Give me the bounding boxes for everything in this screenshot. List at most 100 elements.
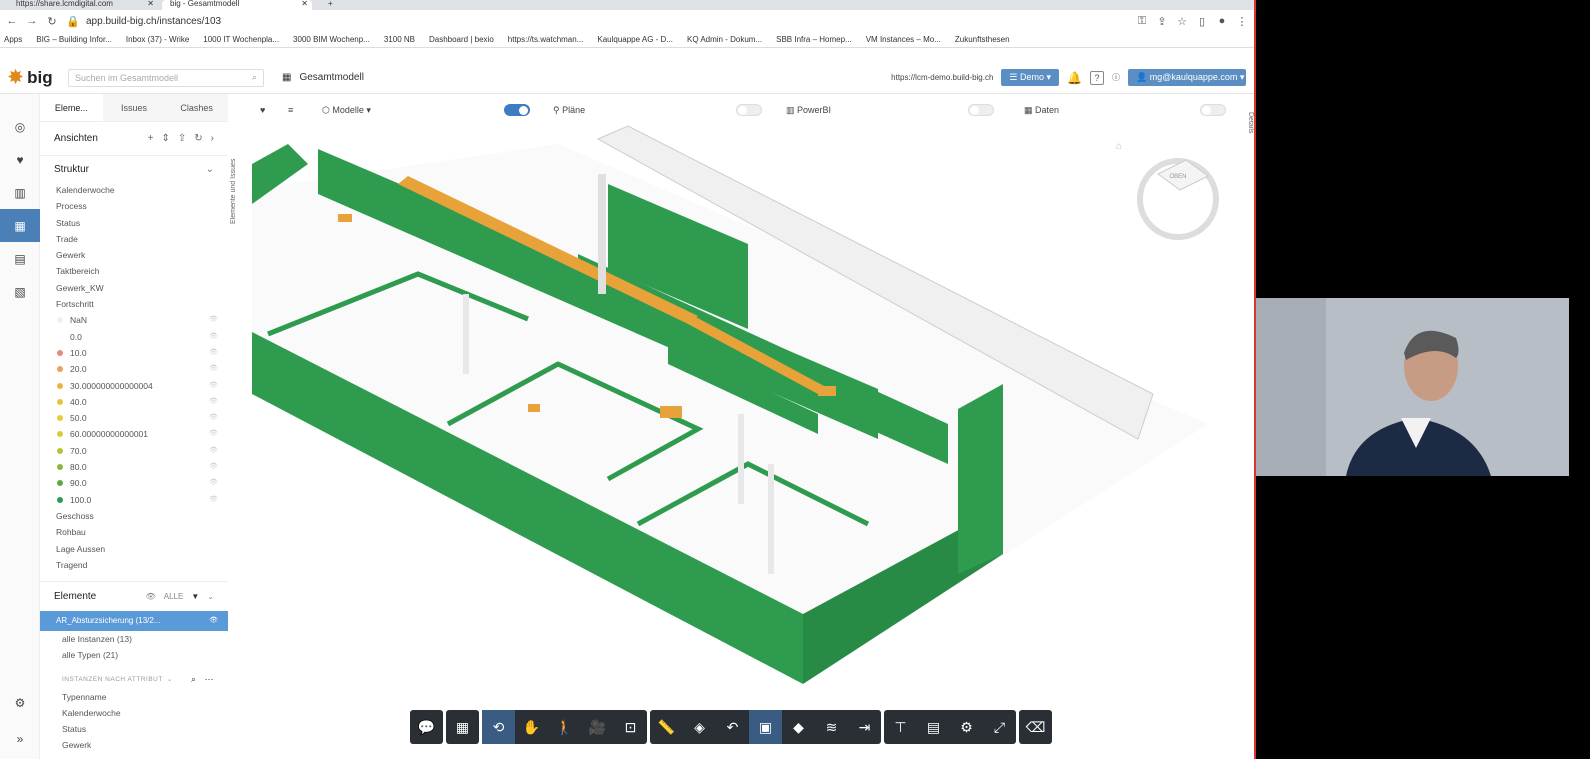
- upload-icon[interactable]: ⇧: [178, 133, 186, 144]
- orbit-icon[interactable]: ⟲: [482, 710, 515, 744]
- filter-icon[interactable]: ▼: [191, 592, 199, 601]
- settings-icon[interactable]: ⚙: [0, 686, 40, 719]
- fullscreen-icon[interactable]: ⤢: [983, 710, 1016, 744]
- eye-icon[interactable]: 👁: [209, 345, 218, 361]
- star-icon[interactable]: ☆: [1176, 15, 1188, 28]
- bookmark[interactable]: BIG – Building Infor...: [36, 35, 112, 44]
- tab-elemente[interactable]: Eleme...: [40, 94, 103, 121]
- bookmark[interactable]: KQ Admin - Dokum...: [687, 35, 762, 44]
- tab-issues[interactable]: Issues: [102, 94, 166, 121]
- document-icon[interactable]: ▤: [0, 242, 40, 275]
- walk-icon[interactable]: 🚶: [548, 710, 581, 744]
- info-icon[interactable]: ⓘ: [1112, 72, 1120, 83]
- heart-icon[interactable]: ♥: [0, 143, 40, 176]
- expand-icon[interactable]: »: [0, 722, 40, 755]
- model-grid-icon[interactable]: ▦: [0, 209, 40, 242]
- chevron-down-icon[interactable]: ⌄: [206, 164, 214, 175]
- bookmark[interactable]: Zukunftsthesen: [955, 35, 1010, 44]
- reload-icon[interactable]: ↻: [46, 15, 58, 28]
- eye-icon[interactable]: 👁: [209, 611, 218, 631]
- menu-icon[interactable]: ⋮: [1236, 15, 1248, 28]
- pan-icon[interactable]: ✋: [515, 710, 548, 744]
- home-icon[interactable]: ⌂: [1116, 141, 1122, 152]
- search-input[interactable]: Suchen im Gesamtmodell ⌕: [68, 68, 264, 87]
- close-icon[interactable]: ✕: [301, 0, 308, 8]
- eraser-icon[interactable]: ⌫: [1019, 710, 1052, 744]
- tab-clashes[interactable]: Clashes: [165, 94, 228, 121]
- chevron-right-icon[interactable]: ›: [211, 133, 214, 144]
- progress-value-item[interactable]: 0.0 👁: [40, 329, 228, 345]
- bookmark[interactable]: https://ts.watchman...: [508, 35, 584, 44]
- url-field[interactable]: app.build-big.ch/instances/103: [86, 16, 1128, 27]
- zoom-fit-icon[interactable]: ⊡: [614, 710, 647, 744]
- add-icon[interactable]: +: [148, 133, 154, 144]
- forward-icon[interactable]: →: [26, 15, 38, 27]
- back-icon[interactable]: ←: [6, 15, 18, 27]
- more-icon[interactable]: ⋯: [205, 674, 215, 685]
- explode-icon[interactable]: ◆: [782, 710, 815, 744]
- list-item[interactable]: Kalenderwoche: [40, 182, 228, 198]
- list-item[interactable]: Taktbereich: [40, 263, 228, 279]
- profile-icon[interactable]: ●: [1216, 15, 1228, 27]
- sort-icon[interactable]: ⇕: [161, 133, 169, 144]
- share-icon[interactable]: ⇪: [1156, 15, 1168, 28]
- settings-icon[interactable]: ⚙: [950, 710, 983, 744]
- eye-icon[interactable]: 👁: [209, 361, 218, 377]
- list-item[interactable]: Geschoss: [40, 508, 228, 524]
- refresh-icon[interactable]: ↻: [194, 133, 202, 144]
- close-icon[interactable]: ✕: [147, 0, 154, 8]
- all-label[interactable]: ALLE: [164, 592, 184, 601]
- eye-icon[interactable]: 👁: [209, 475, 218, 491]
- measure-icon[interactable]: 📏: [650, 710, 683, 744]
- progress-value-item[interactable]: 30.000000000000004 👁: [40, 378, 228, 394]
- list-item[interactable]: Fortschritt: [40, 296, 228, 312]
- chevron-down-icon[interactable]: ⌄: [167, 675, 173, 683]
- progress-value-item[interactable]: 90.0 👁: [40, 475, 228, 491]
- progress-value-item[interactable]: 80.0 👁: [40, 459, 228, 475]
- list-item[interactable]: Gewerk_KW: [40, 280, 228, 296]
- list-item[interactable]: Typenname: [40, 689, 228, 705]
- eye-icon[interactable]: 👁: [209, 459, 218, 475]
- eye-icon[interactable]: 👁: [209, 394, 218, 410]
- sidebar-icon[interactable]: ▯: [1196, 15, 1208, 28]
- bookmark[interactable]: Inbox (37) - Wrike: [126, 35, 189, 44]
- selected-element[interactable]: AR_Absturzsicherung (13/2... 👁: [40, 611, 228, 632]
- section-box-icon[interactable]: ▣: [749, 710, 782, 744]
- list-item[interactable]: Gewerk: [40, 737, 228, 753]
- chart-icon[interactable]: ▥: [0, 176, 40, 209]
- progress-value-item[interactable]: 40.0 👁: [40, 394, 228, 410]
- list-item[interactable]: Status: [40, 721, 228, 737]
- search-icon[interactable]: ⌕: [191, 674, 197, 685]
- camera-icon[interactable]: 🎥: [581, 710, 614, 744]
- properties-icon[interactable]: ▤: [917, 710, 950, 744]
- section-icon[interactable]: ◈: [683, 710, 716, 744]
- demo-dropdown[interactable]: ☰ Demo ▾: [1001, 69, 1060, 86]
- list-item[interactable]: Tragend: [40, 557, 228, 573]
- bookmark[interactable]: Dashboard | bexio: [429, 35, 494, 44]
- eye-icon[interactable]: 👁: [209, 329, 218, 345]
- progress-value-item[interactable]: NaN 👁: [40, 312, 228, 328]
- model-viewer[interactable]: Elemente und Issues Details ♥ ≡ ⬡ Modell…: [228, 94, 1254, 759]
- list-item[interactable]: Trade: [40, 231, 228, 247]
- list-item[interactable]: Kalenderwoche: [40, 705, 228, 721]
- progress-value-item[interactable]: 60.00000000000001 👁: [40, 426, 228, 442]
- bookmark[interactable]: Kaulquappe AG - D...: [597, 35, 673, 44]
- structure-header[interactable]: Struktur ⌄: [40, 156, 228, 182]
- list-item[interactable]: Lage Aussen: [40, 541, 228, 557]
- list-item[interactable]: Rohbau: [40, 524, 228, 540]
- bookmark[interactable]: 3100 NB: [384, 35, 415, 44]
- big-logo[interactable]: ✸ big: [0, 67, 68, 88]
- instance-url[interactable]: https://lcm-demo.build-big.ch: [891, 73, 993, 82]
- grid-icon[interactable]: ▦: [446, 710, 479, 744]
- bookmark[interactable]: Apps: [4, 35, 22, 44]
- comment-icon[interactable]: 💬: [410, 710, 443, 744]
- help-icon[interactable]: ?: [1090, 70, 1104, 85]
- browser-tab-active[interactable]: big - Gesamtmodell ✕: [162, 0, 312, 10]
- progress-value-item[interactable]: 70.0 👁: [40, 443, 228, 459]
- eye-icon[interactable]: 👁: [209, 410, 218, 426]
- eye-icon[interactable]: 👁: [209, 378, 218, 394]
- eye-icon[interactable]: 👁: [146, 592, 156, 601]
- list-item[interactable]: alle Typen (21): [40, 647, 228, 663]
- tree-icon[interactable]: ⊤: [884, 710, 917, 744]
- bookmark[interactable]: SBB Infra – Homep...: [776, 35, 852, 44]
